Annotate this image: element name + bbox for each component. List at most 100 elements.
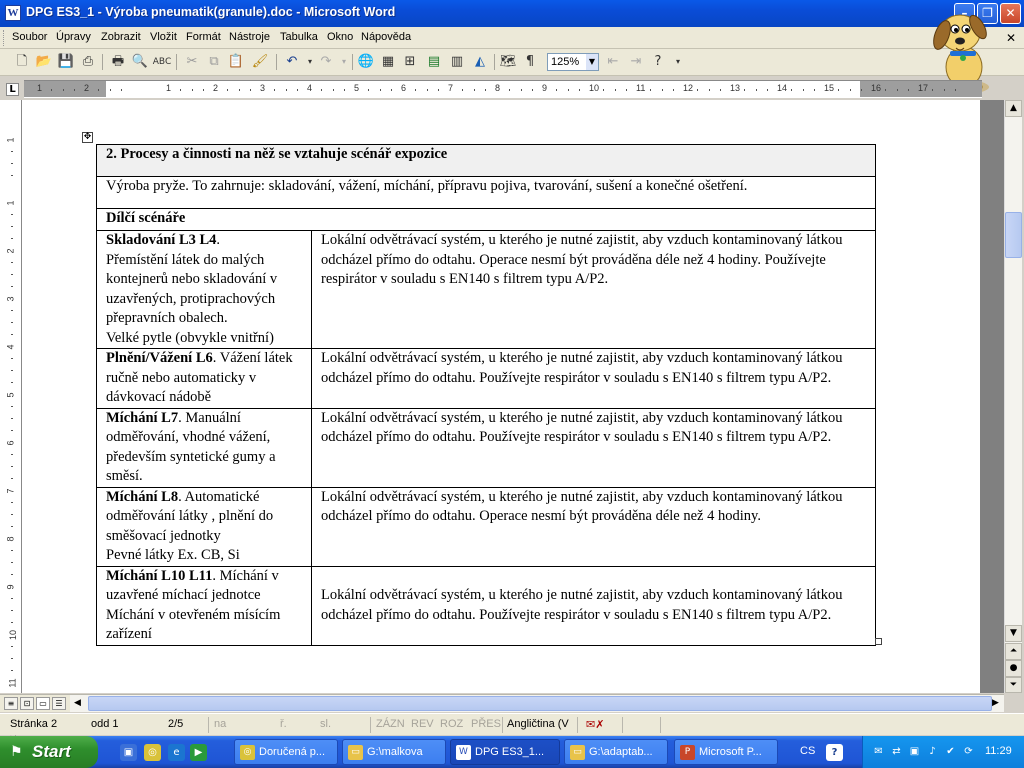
zoom-select[interactable]: 125% ▼ (547, 53, 599, 71)
menu-napoveda[interactable]: Nápověda (361, 31, 411, 43)
permission-icon[interactable]: ⎙ (78, 52, 98, 72)
table-intro[interactable]: Výroba pryže. To zahrnuje: skladování, v… (96, 176, 876, 209)
scroll-down-icon[interactable]: ▼ (1005, 625, 1022, 642)
hyperlink-icon[interactable]: 🌐 (356, 52, 376, 72)
measure-cell[interactable]: Lokální odvětrávací systém, u kterého je… (311, 230, 876, 349)
increase-indent-icon[interactable]: ⇥ (626, 52, 646, 72)
measure-cell[interactable]: Lokální odvětrávací systém, u kterého je… (311, 348, 876, 409)
undo-icon[interactable]: ↶ (282, 52, 302, 72)
menu-format[interactable]: Formát (186, 31, 221, 43)
open-folder-icon[interactable]: 📂 (34, 52, 54, 72)
chevron-down-icon[interactable]: ▼ (586, 54, 598, 70)
network-tray-icon[interactable]: ⇄ (889, 744, 904, 759)
status-pages[interactable]: 2/5 (168, 718, 183, 730)
menu-vlozit[interactable]: Vložit (150, 31, 177, 43)
menu-grip[interactable] (3, 30, 6, 46)
measure-cell[interactable]: Lokální odvětrávací systém, u kterého je… (311, 486, 876, 567)
print-icon[interactable]: 🖶 (108, 52, 128, 72)
help-tray-icon[interactable]: ? (826, 744, 843, 761)
insert-table-icon[interactable]: ⊞ (400, 52, 420, 72)
cut-icon[interactable]: ✂ (182, 52, 202, 72)
task-powerpoint[interactable]: P Microsoft P... (674, 739, 778, 765)
status-page[interactable]: Stránka 2 (10, 718, 57, 730)
print-preview-icon[interactable]: 🔍 (130, 52, 150, 72)
outline-view-icon[interactable]: ☰ (52, 697, 66, 710)
horizontal-scrollbar[interactable]: ◀ ▶ (70, 694, 1004, 712)
task-folder-adaptab[interactable]: ▭ G:\adaptab... (564, 739, 668, 765)
measure-cell[interactable]: Lokální odvětrávací systém, u kterého je… (311, 565, 876, 646)
menu-tabulka[interactable]: Tabulka (280, 31, 318, 43)
scenario-cell[interactable]: Míchání L10 L11. Míchání v uzavřené mích… (96, 565, 312, 646)
language-indicator[interactable]: CS (800, 745, 815, 757)
scenario-cell[interactable]: Skladování L3 L4. Přemístění látek do ma… (96, 230, 312, 349)
mail-tray-icon[interactable]: ✉ (871, 744, 886, 759)
columns-icon[interactable]: ▥ (447, 52, 467, 72)
insert-excel-icon[interactable]: ▤ (424, 52, 444, 72)
quicklaunch-ie-icon[interactable]: e (168, 744, 185, 761)
help-icon[interactable]: ? (648, 52, 668, 72)
menu-okno[interactable]: Okno (327, 31, 353, 43)
quicklaunch-media-icon[interactable]: ▶ (190, 744, 207, 761)
display-tray-icon[interactable]: ▣ (907, 744, 922, 759)
new-document-icon[interactable]: 🗋 (12, 52, 32, 72)
start-button[interactable]: ⚑ Start (0, 736, 98, 768)
status-column[interactable]: sl. (320, 718, 331, 730)
status-language[interactable]: Angličtina (V (507, 718, 569, 730)
document-area[interactable]: ✥ 2. Procesy a činnosti na něž se vztahu… (22, 100, 980, 693)
normal-view-icon[interactable]: ≡ (4, 697, 18, 710)
status-line[interactable]: ř. (280, 718, 287, 730)
spelling-icon[interactable]: ABC (152, 52, 172, 72)
security-tray-icon[interactable]: ✔ (943, 744, 958, 759)
decrease-indent-icon[interactable]: ⇤ (603, 52, 623, 72)
scenario-cell[interactable]: Míchání L7. Manuální odměřování, vhodné … (96, 407, 312, 488)
subscenarios-label[interactable]: Dílčí scénáře (96, 208, 876, 231)
tables-borders-icon[interactable]: ▦ (378, 52, 398, 72)
copy-icon[interactable]: ⧉ (204, 52, 224, 72)
status-section[interactable]: odd 1 (91, 718, 119, 730)
web-layout-icon[interactable]: ⊡ (20, 697, 34, 710)
status-overtype[interactable]: PŘES (471, 718, 501, 730)
status-track-changes[interactable]: REV (411, 718, 434, 730)
menu-soubor[interactable]: Soubor (12, 31, 47, 43)
quicklaunch-desktop-icon[interactable]: ▣ (120, 744, 137, 761)
scenario-cell[interactable]: Plnění/Vážení L6. Vážení látek ručně neb… (96, 348, 312, 409)
measure-cell[interactable]: Lokální odvětrávací systém, u kterého je… (311, 407, 876, 488)
next-page-icon[interactable]: ⏷ (1005, 677, 1022, 693)
vertical-scroll-thumb[interactable] (1005, 212, 1022, 258)
redo-icon[interactable]: ↷ (316, 52, 336, 72)
task-folder-malkova[interactable]: ▭ G:\malkova (342, 739, 446, 765)
drawing-icon[interactable]: ◭ (470, 52, 490, 72)
toolbar-options-icon[interactable]: ▾ (668, 52, 688, 72)
page[interactable]: ✥ 2. Procesy a činnosti na něž se vztahu… (22, 100, 980, 693)
browse-object-icon[interactable]: ● (1005, 660, 1022, 677)
menu-zobrazit[interactable]: Zobrazit (101, 31, 141, 43)
scroll-right-icon[interactable]: ▶ (988, 696, 1003, 711)
status-extend[interactable]: ROZ (440, 718, 463, 730)
horizontal-ruler[interactable]: 1 2 1 2 3 4 5 6 7 8 9 10 11 12 13 14 15 16 17 (24, 80, 982, 98)
spelling-status-icon[interactable]: ✉✗ (586, 718, 604, 731)
tab-selector-icon[interactable]: L (6, 83, 19, 96)
status-at[interactable]: na (214, 718, 226, 730)
print-layout-icon[interactable]: ▭ (36, 697, 50, 710)
quicklaunch-outlook-icon[interactable]: ◎ (144, 744, 161, 761)
status-record-macro[interactable]: ZÁZN (376, 718, 405, 730)
document-map-icon[interactable]: 🗺 (498, 52, 518, 72)
sound-tray-icon[interactable]: ♪ (925, 744, 940, 759)
update-tray-icon[interactable]: ⟳ (961, 744, 976, 759)
format-painter-icon[interactable]: 🖌 (250, 52, 270, 72)
paste-icon[interactable]: 📋 (226, 52, 246, 72)
redo-dropdown-icon[interactable]: ▾ (334, 52, 354, 72)
word-app-icon[interactable]: W (5, 5, 21, 21)
clock[interactable]: 11:29 (985, 745, 1012, 757)
menu-nastroje[interactable]: Nástroje (229, 31, 270, 43)
horizontal-scroll-thumb[interactable] (88, 696, 992, 711)
table-heading[interactable]: 2. Procesy a činnosti na něž se vztahuje… (96, 144, 876, 177)
scroll-up-icon[interactable]: ▲ (1005, 100, 1022, 117)
table-move-handle-icon[interactable]: ✥ (82, 132, 93, 143)
menu-upravy[interactable]: Úpravy (56, 31, 91, 43)
show-formatting-icon[interactable]: ¶ (520, 52, 540, 72)
save-icon[interactable]: 💾 (56, 52, 76, 72)
vertical-scrollbar[interactable]: ▲ ▼ ⏶ ● ⏷ (1004, 100, 1022, 693)
table-resize-handle-icon[interactable] (875, 638, 882, 645)
close-button[interactable]: ✕ (1000, 3, 1021, 24)
